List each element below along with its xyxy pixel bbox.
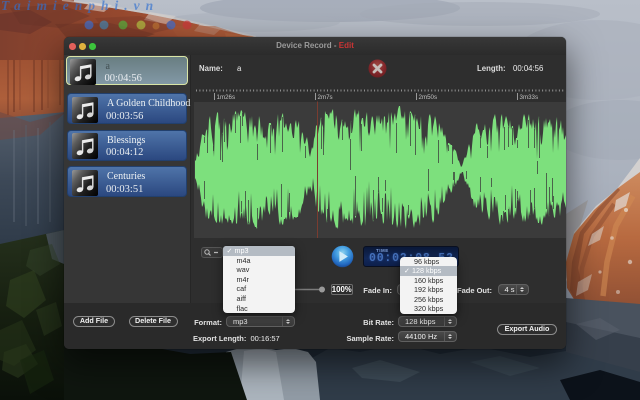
svg-text:2m7s: 2m7s — [318, 94, 333, 101]
svg-text:3m33s: 3m33s — [520, 94, 539, 101]
svg-text:1m26s: 1m26s — [217, 94, 236, 101]
svg-text:2m50s: 2m50s — [419, 94, 438, 101]
